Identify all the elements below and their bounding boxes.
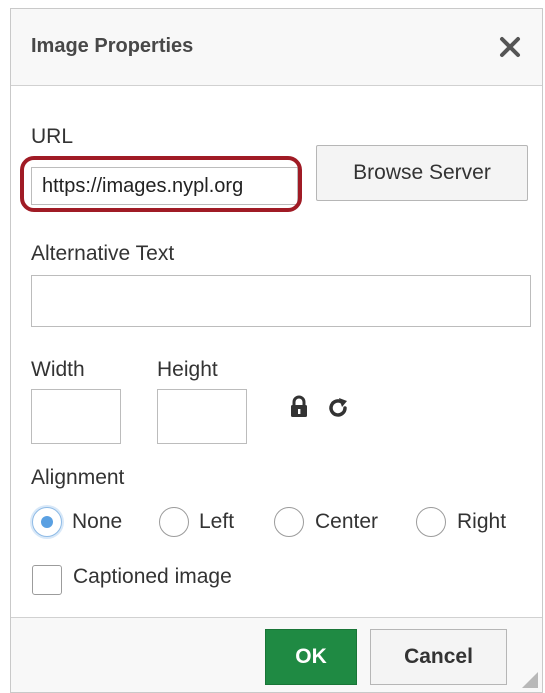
browse-server-button[interactable]: Browse Server: [316, 145, 528, 201]
reset-size-icon[interactable]: [325, 395, 351, 421]
url-label: URL: [31, 125, 74, 148]
alignment-left-radio[interactable]: [159, 507, 189, 537]
dialog-title: Image Properties: [31, 35, 194, 57]
width-label: Width: [31, 358, 85, 381]
ok-button[interactable]: OK: [265, 629, 357, 685]
cancel-button[interactable]: Cancel: [370, 629, 507, 685]
url-input[interactable]: [31, 167, 298, 205]
alignment-right-label[interactable]: Right: [457, 510, 506, 534]
alignment-label: Alignment: [31, 466, 125, 489]
alignment-none-radio[interactable]: [32, 507, 62, 537]
dialog-titlebar[interactable]: Image Properties: [11, 9, 542, 86]
alignment-center-radio[interactable]: [274, 507, 304, 537]
alt-text-input[interactable]: [31, 275, 531, 327]
alignment-center-label[interactable]: Center: [315, 510, 378, 534]
height-label: Height: [157, 358, 218, 381]
alignment-right-radio[interactable]: [416, 507, 446, 537]
close-icon[interactable]: [496, 33, 524, 61]
resize-grip-icon[interactable]: [522, 672, 538, 688]
width-input[interactable]: [31, 389, 121, 444]
alt-text-label: Alternative Text: [31, 242, 175, 265]
captioned-image-label[interactable]: Captioned image: [73, 565, 232, 589]
height-input[interactable]: [157, 389, 247, 444]
image-properties-dialog: Image Properties URL Browse Server Alter…: [10, 8, 543, 693]
lock-icon[interactable]: [289, 395, 309, 419]
alignment-left-label[interactable]: Left: [199, 510, 234, 534]
alignment-none-label[interactable]: None: [72, 510, 122, 534]
captioned-image-checkbox[interactable]: [32, 565, 62, 595]
